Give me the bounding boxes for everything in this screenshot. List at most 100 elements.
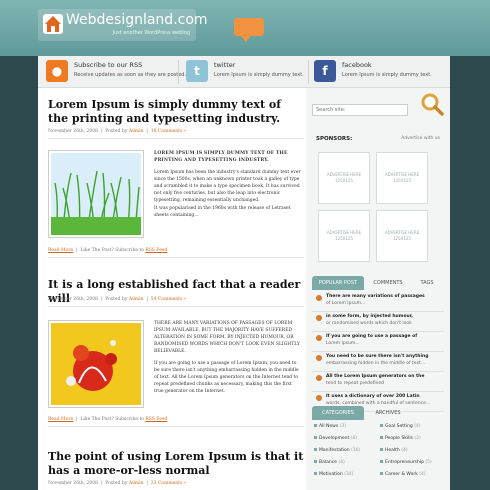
category-item[interactable]: Balance (4) [314,460,345,470]
category-item[interactable]: All News (3) [314,424,346,434]
category-item[interactable]: Entrepreneurship (5) [380,460,432,470]
ad-size: 125X125 [334,236,353,241]
comments-link[interactable]: 23 Comments » [151,481,187,486]
category-item[interactable]: Health (4) [380,448,408,458]
category-item[interactable]: Manifestation (16) [314,448,360,458]
author-link[interactable]: Admin [129,297,144,302]
bullet-icon [316,335,322,341]
category-count: (4) [419,472,426,477]
rss-icon: ● [46,60,68,82]
site-logo[interactable]: Webdesignland.com Just another WordPress… [38,9,208,41]
list-item[interactable]: All the Lorem Ipsum generators on the te… [312,372,444,392]
category-count: (4) [401,448,408,453]
popular-sub: embarrassing hidden in the middle of tex… [326,361,426,366]
author-link[interactable]: Admin [129,481,144,486]
post-image-grass [48,150,144,238]
ad-slot[interactable]: ADVERTISE HERE 125X125 [318,152,370,204]
category-item[interactable]: Goal Setting (4) [380,424,421,434]
popular-sub: of Lorem Ipsum... [326,301,366,306]
author-link[interactable]: Admin [129,129,144,134]
tab-archives[interactable]: ARCHIVES [366,406,410,420]
bullet-icon [316,315,322,321]
post-lead: There are many variations of passages of… [154,321,300,354]
grass-image [51,153,141,236]
category-count: (5) [425,460,432,465]
category-name: People Skills [385,436,413,441]
sponsors-header: SPONSORS: Advertise with us [312,134,444,146]
comments-link[interactable]: 54 Comments » [151,297,187,302]
tab-tags[interactable]: TAGS [412,276,442,290]
posted-by-label: Posted by [105,297,128,302]
popular-title: If you are going to use a passage of [326,334,418,339]
like-text: Like The Post? Subscribe to [80,248,144,253]
twitter-icon: t [186,60,208,82]
category-item[interactable]: People Skills (2) [380,436,421,446]
category-count: (34) [344,472,354,477]
popular-sub: or randomised words which don't look [326,321,412,326]
post-date: November 26th, 2008 [48,297,98,302]
facebook-subtitle: Lorem Ipsum is simply dummy text. [342,72,432,78]
rss-feed-link[interactable]: RSS Feed [145,417,167,422]
category-item[interactable]: Motivation (34) [314,472,353,482]
popular-posts-list: There are many variations of passages of… [312,292,444,412]
post-excerpt: Lorem Ipsum is simply dummy text of the … [154,150,302,224]
comments-link[interactable]: 18 Comments » [151,129,187,134]
post: The point of using Lorem Ipsum is that i… [48,450,304,490]
rss-subscribe[interactable]: ● Subscribe to our RSS Receive updates a… [46,60,186,84]
divider [308,60,309,84]
search-icon[interactable] [420,92,444,116]
sponsors-label: SPONSORS: [316,136,353,142]
post-excerpt: There are many variations of passages of… [154,320,302,400]
list-item[interactable]: in some form, by injected humour, or ran… [312,312,444,332]
popular-title: All the Lorem Ipsum generators on the [326,374,425,379]
post-title[interactable]: Lorem Ipsum is simply dummy text of the … [48,98,304,126]
list-item[interactable]: You need to be sure there isn't anything… [312,352,444,372]
category-count: (2) [414,436,421,441]
divider [178,60,179,84]
bullet-icon [316,395,322,401]
bullet-icon [316,375,322,381]
posted-by-label: Posted by [105,481,128,486]
site-header: Webdesignland.com Just another WordPress… [0,0,490,56]
rss-feed-link[interactable]: RSS Feed [145,248,167,253]
category-item[interactable]: Development (6) [314,436,357,446]
search-box [312,96,422,116]
bullet-icon [316,355,322,361]
category-count: (6) [350,436,358,441]
like-text: Like The Post? Subscribe to [80,417,144,422]
facebook-link[interactable]: f facebook Lorem Ipsum is simply dummy t… [314,60,444,84]
ad-slot[interactable]: ADVERTISE HERE 125X125 [318,210,370,262]
post-title[interactable]: The point of using Lorem Ipsum is that i… [48,450,304,478]
tab-categories[interactable]: CATEGORIES [312,406,364,420]
post-footer: Read More | Like The Post? Subscribe to … [48,248,304,258]
post-meta: November 26th, 2008 | Posted by Admin | … [48,481,304,490]
tab-comments[interactable]: COMMENTS [366,276,410,290]
twitter-title: twitter [214,61,236,69]
category-item[interactable]: Career & Work (4) [380,472,426,482]
read-more-link[interactable]: Read More [48,417,73,422]
social-bar: ● Subscribe to our RSS Receive updates a… [38,56,450,88]
twitter-link[interactable]: t twitter Lorem Ipsum is simply dummy te… [186,60,306,84]
list-item[interactable]: There are many variations of passages of… [312,292,444,312]
category-name: Career & Work [385,472,418,477]
facebook-title: facebook [342,61,372,69]
category-tabs: CATEGORIES ARCHIVES [312,406,444,420]
list-item[interactable]: If you are going to use a passage of Lor… [312,332,444,352]
ad-slot[interactable]: ADVERTISE HERE 125X125 [376,152,428,204]
popular-title: There are many variations of passages [326,294,425,299]
category-count: (4) [414,424,421,429]
ad-size: 125X125 [392,178,411,183]
site-tagline: Just another WordPress weblog [112,30,190,36]
advertise-link[interactable]: Advertise with us [401,136,440,141]
tab-popular-post[interactable]: POPULAR POST [312,276,364,290]
post: Lorem Ipsum is simply dummy text of the … [48,98,304,258]
category-count: (4) [338,460,345,465]
category-name: Manifestation [319,448,350,453]
search-input[interactable] [312,104,408,116]
read-more-link[interactable]: Read More [48,248,73,253]
rss-subtitle: Receive updates as soon as they are post… [74,72,187,78]
category-name: Motivation [319,472,343,477]
post-date: November 26th, 2008 [48,129,98,134]
ad-slot[interactable]: ADVERTISE HERE 125X125 [376,210,428,262]
category-name: Entrepreneurship [385,460,424,465]
